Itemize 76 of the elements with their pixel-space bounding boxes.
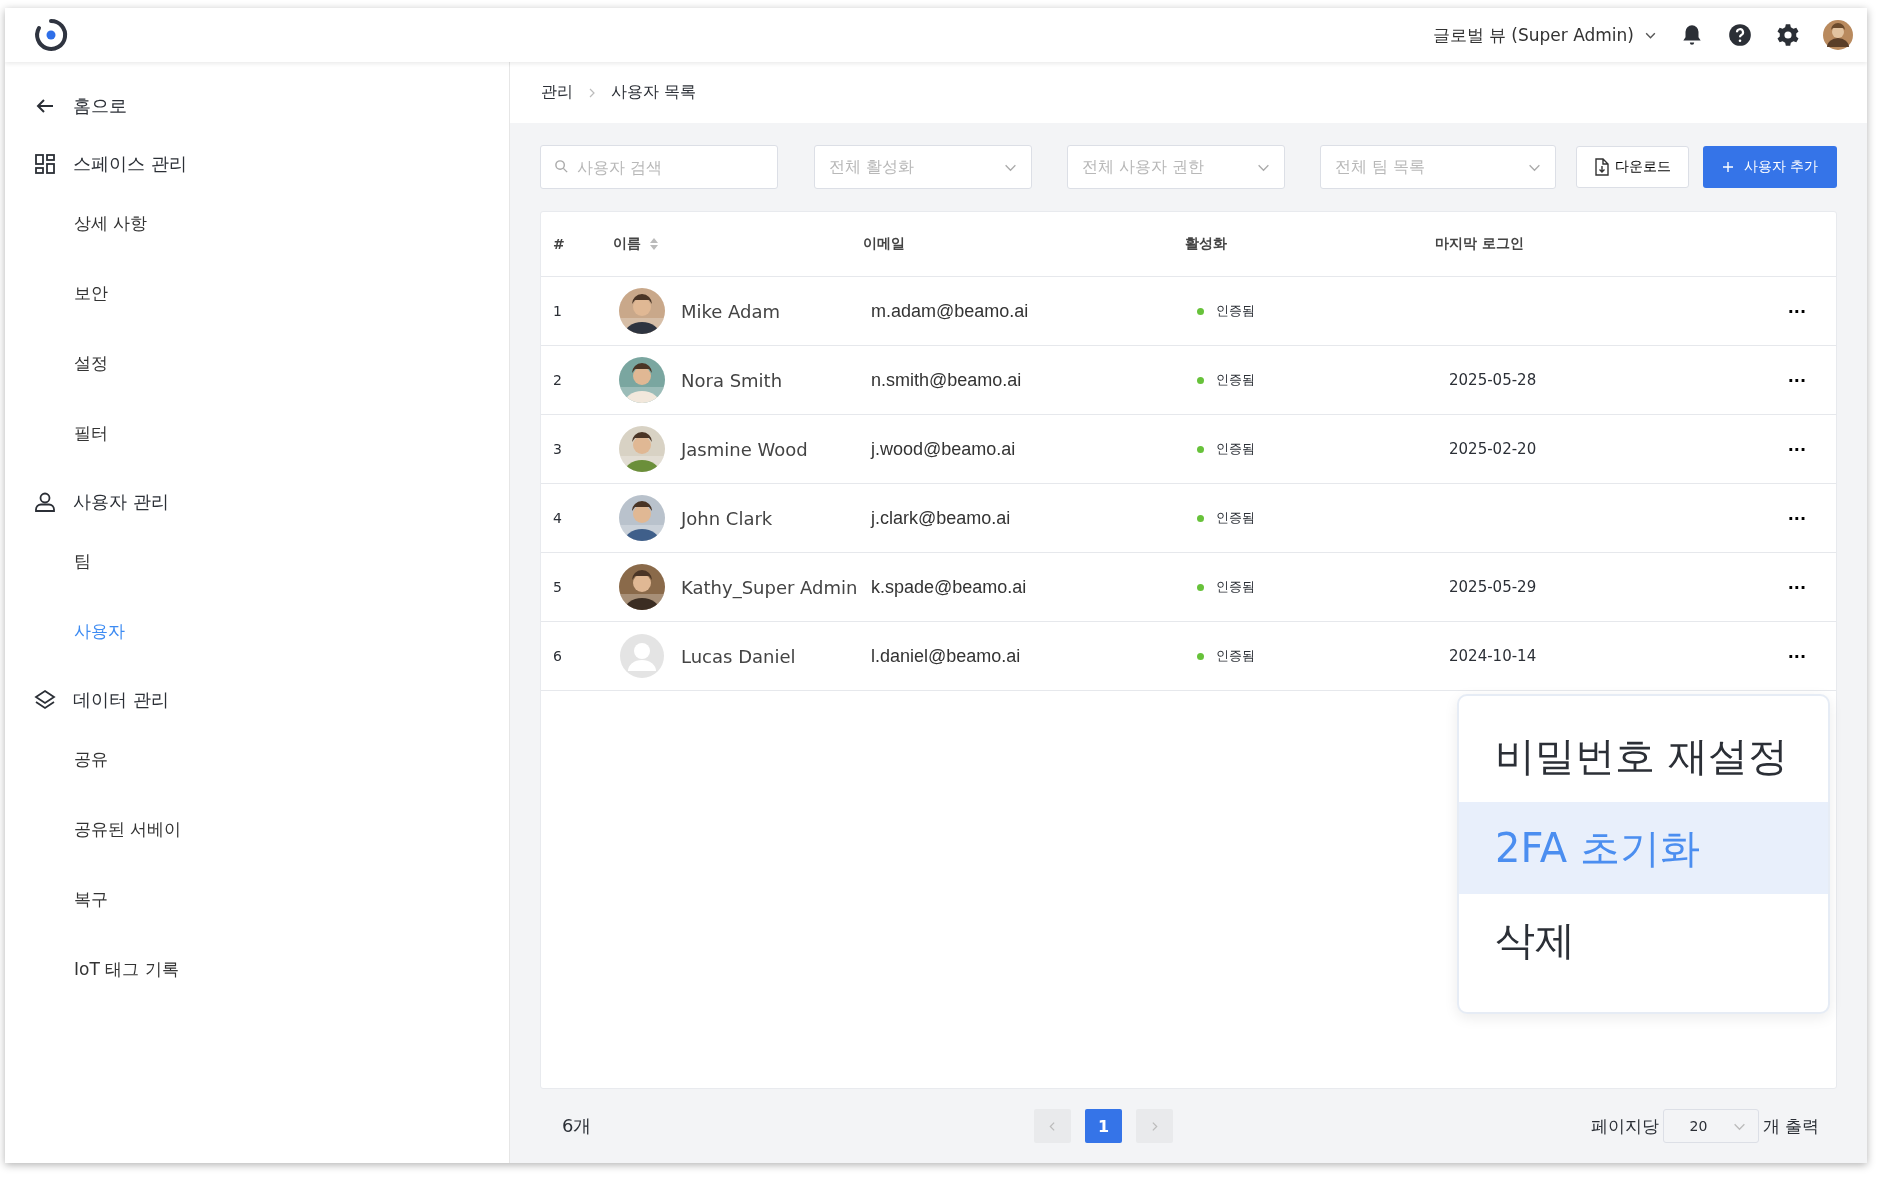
column-header: 이메일 bbox=[863, 235, 905, 253]
email-cell: n.smith@beamo.ai bbox=[871, 369, 1022, 391]
email-cell: l.daniel@beamo.ai bbox=[871, 645, 1021, 667]
status-text: 인증됨 bbox=[1216, 440, 1255, 458]
last-login-cell: 2025-05-28 bbox=[1449, 371, 1537, 389]
more-button[interactable]: ··· bbox=[1787, 508, 1806, 528]
back-link[interactable]: 홈으로 bbox=[5, 82, 509, 130]
settings-icon[interactable] bbox=[1775, 22, 1801, 48]
status-text: 인증됨 bbox=[1216, 371, 1255, 389]
user-name: Nora Smith bbox=[681, 369, 783, 391]
logo-icon[interactable] bbox=[33, 17, 69, 53]
column-header: 활성화 bbox=[1185, 235, 1227, 253]
breadcrumb-item[interactable]: 관리 bbox=[541, 82, 573, 103]
menu-item[interactable]: 비밀번호 재설정 bbox=[1459, 710, 1828, 802]
default-avatar-icon bbox=[619, 633, 665, 679]
sidebar-section[interactable]: 스페이스 관리 bbox=[5, 140, 509, 188]
sidebar-item[interactable]: 보안 bbox=[5, 258, 509, 328]
row-number: 6 bbox=[553, 648, 562, 664]
sidebar-section[interactable]: 데이터 관리 bbox=[5, 676, 509, 724]
last-login-cell: 2024-10-14 bbox=[1449, 647, 1537, 665]
grid-icon bbox=[33, 152, 57, 176]
sidebar-section[interactable]: 사용자 관리 bbox=[5, 478, 509, 526]
user-name: Kathy_Super Admin bbox=[681, 576, 858, 598]
more-button[interactable]: ··· bbox=[1787, 301, 1806, 321]
menu-item[interactable]: 삭제 bbox=[1459, 894, 1828, 986]
user-name: Jasmine Wood bbox=[681, 438, 808, 460]
plus-icon bbox=[1721, 161, 1734, 173]
sidebar-item[interactable]: 팀 bbox=[5, 526, 509, 596]
person-icon bbox=[33, 490, 57, 514]
breadcrumb-item: 사용자 목록 bbox=[611, 82, 697, 103]
sidebar-item[interactable]: 공유 bbox=[5, 724, 509, 794]
email-cell: j.wood@beamo.ai bbox=[871, 438, 1016, 460]
sidebar-item[interactable]: IoT 태그 기록 bbox=[5, 934, 509, 1004]
email-cell: m.adam@beamo.ai bbox=[871, 300, 1029, 322]
sidebar-item[interactable]: 설정 bbox=[5, 328, 509, 398]
search-icon bbox=[554, 159, 569, 174]
per-page-label: 페이지당 bbox=[1590, 1114, 1659, 1138]
status-text: 인증됨 bbox=[1216, 302, 1255, 320]
status-text: 인증됨 bbox=[1216, 647, 1255, 665]
column-header: # bbox=[553, 236, 565, 252]
row-number: 1 bbox=[553, 303, 562, 319]
more-button[interactable]: ··· bbox=[1787, 370, 1806, 390]
view-selector[interactable]: 글로벌 뷰 (Super Admin) bbox=[1432, 23, 1657, 47]
row-number: 4 bbox=[553, 510, 562, 526]
total-count: 6개 bbox=[562, 1114, 592, 1138]
more-button[interactable]: ··· bbox=[1787, 439, 1806, 459]
per-page-suffix: 개 출력 bbox=[1762, 1114, 1819, 1138]
row-number: 5 bbox=[553, 579, 562, 595]
more-button[interactable]: ··· bbox=[1787, 577, 1806, 597]
user-name: Lucas Daniel bbox=[681, 645, 796, 667]
column-header[interactable]: 이름 bbox=[613, 235, 641, 253]
add-user-button[interactable]: 사용자 추가 bbox=[1703, 146, 1837, 188]
status-text: 인증됨 bbox=[1216, 509, 1255, 527]
file-download-icon bbox=[1594, 158, 1610, 176]
sidebar-item[interactable]: 복구 bbox=[5, 864, 509, 934]
download-button[interactable]: 다운로드 bbox=[1576, 146, 1689, 188]
search-field[interactable]: 사용자 검색 bbox=[540, 145, 778, 189]
column-header: 마지막 로그인 bbox=[1435, 235, 1524, 253]
last-login-cell: 2025-05-29 bbox=[1449, 578, 1537, 596]
email-cell: j.clark@beamo.ai bbox=[871, 507, 1011, 529]
user-name: Mike Adam bbox=[681, 300, 781, 322]
layers-icon bbox=[33, 688, 57, 712]
sidebar-item[interactable]: 상세 사항 bbox=[5, 188, 509, 258]
sidebar-item[interactable]: 공유된 서베이 bbox=[5, 794, 509, 864]
email-cell: k.spade@beamo.ai bbox=[871, 576, 1027, 598]
per-page-select[interactable]: 20 bbox=[1662, 1109, 1759, 1143]
page-button[interactable]: 1 bbox=[1085, 1109, 1122, 1143]
chevron-right-icon bbox=[587, 87, 597, 98]
more-button[interactable]: ··· bbox=[1787, 646, 1806, 666]
sidebar-item[interactable]: 필터 bbox=[5, 398, 509, 468]
row-number: 2 bbox=[553, 372, 562, 388]
help-icon[interactable] bbox=[1727, 22, 1753, 48]
user-name: John Clark bbox=[681, 507, 773, 529]
last-login-cell: 2025-02-20 bbox=[1449, 440, 1537, 458]
row-number: 3 bbox=[553, 441, 562, 457]
status-text: 인증됨 bbox=[1216, 578, 1255, 596]
